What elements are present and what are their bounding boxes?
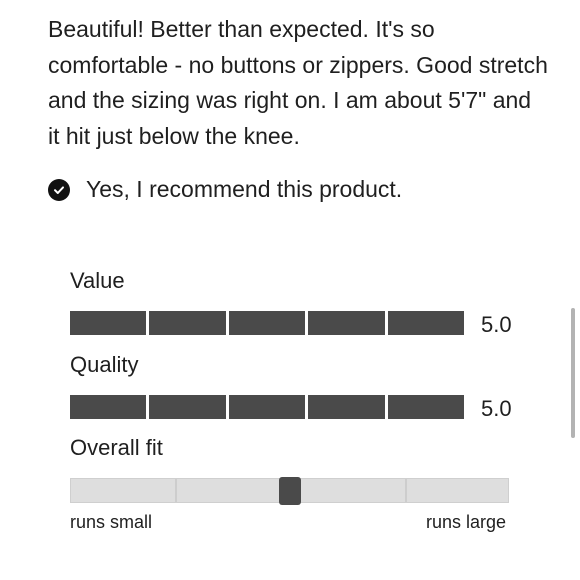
rating-segment <box>70 395 147 419</box>
rating-segment <box>149 311 226 335</box>
fit-scale <box>70 477 509 505</box>
fit-scale-divider <box>405 479 407 502</box>
rating-segment <box>387 311 465 335</box>
rating-segment <box>308 395 385 419</box>
rating-segment <box>228 311 306 335</box>
quality-rating-label: Quality <box>70 352 139 377</box>
rating-segment <box>387 395 465 419</box>
scrollbar[interactable] <box>571 308 575 438</box>
recommend-row: Yes, I recommend this product. <box>48 176 402 203</box>
quality-rating-value: 5.0 <box>481 396 512 421</box>
fit-label: Overall fit <box>70 435 163 460</box>
rating-segment <box>308 311 385 335</box>
rating-segment <box>228 395 306 419</box>
quality-rating-bar <box>70 395 465 419</box>
value-rating-bar <box>70 311 465 335</box>
fit-indicator <box>278 477 301 505</box>
fit-max-label: runs large <box>426 512 507 532</box>
recommend-text: Yes, I recommend this product. <box>86 176 403 202</box>
value-rating-value: 5.0 <box>481 312 512 337</box>
rating-segment <box>149 395 226 419</box>
fit-min-label: runs small <box>70 512 153 532</box>
check-circle-icon <box>48 178 70 201</box>
rating-segment <box>70 311 147 335</box>
review-text: Beautiful! Better than expected. It's so… <box>48 16 548 149</box>
fit-scale-divider <box>175 479 177 502</box>
value-rating-label: Value <box>70 268 125 293</box>
